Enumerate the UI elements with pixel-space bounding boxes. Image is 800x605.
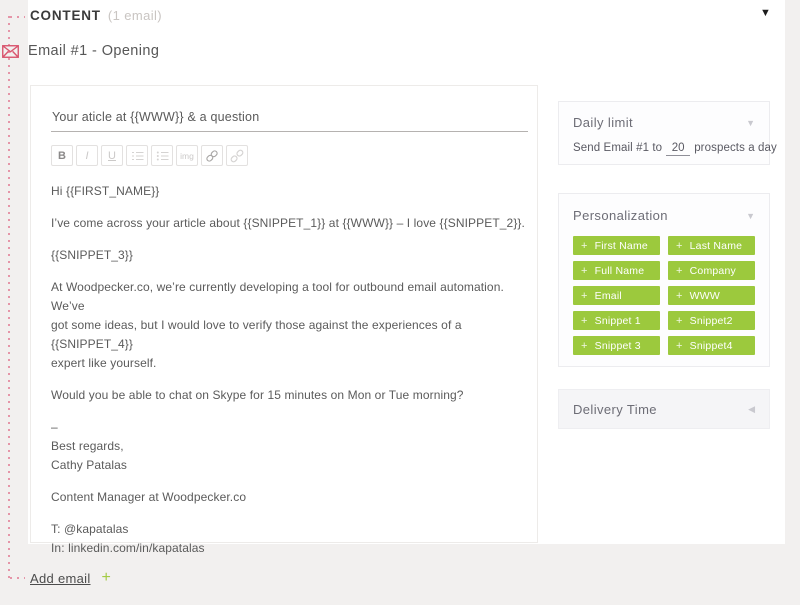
remove-link-button[interactable] <box>226 145 248 166</box>
body-paragraph: T: @kapatalas In: linkedin.com/in/kapata… <box>51 520 533 558</box>
body-paragraph: – Best regards, Cathy Patalas <box>51 418 533 475</box>
plus-icon: + <box>581 265 588 277</box>
envelope-icon <box>2 45 19 58</box>
insert-snippet4-button[interactable]: + Snippet4 <box>668 336 755 355</box>
section-header: CONTENT (1 email) <box>30 8 162 23</box>
unordered-list-button[interactable] <box>151 145 173 166</box>
plus-icon: + <box>676 240 683 252</box>
plus-icon: + <box>676 315 683 327</box>
plus-icon: + <box>676 290 683 302</box>
unordered-list-icon <box>156 150 169 162</box>
insert-snippet3-button[interactable]: + Snippet 3 <box>573 336 660 355</box>
insert-full-name-button[interactable]: + Full Name <box>573 261 660 280</box>
personalization-title: Personalization <box>573 208 668 223</box>
daily-limit-title: Daily limit <box>573 115 633 130</box>
insert-www-button[interactable]: + WWW <box>668 286 755 305</box>
unlink-icon <box>230 149 244 163</box>
insert-last-name-button[interactable]: + Last Name <box>668 236 755 255</box>
email-editor-panel: B I U img <box>30 85 538 543</box>
tag-label: Email <box>595 290 622 302</box>
bold-button[interactable]: B <box>51 145 73 166</box>
section-title: CONTENT <box>30 8 101 23</box>
link-icon <box>205 149 219 163</box>
tag-label: Last Name <box>690 240 743 252</box>
italic-button[interactable]: I <box>76 145 98 166</box>
chevron-down-icon[interactable]: ▼ <box>746 211 755 221</box>
tag-label: Company <box>690 265 736 277</box>
chevron-down-icon[interactable]: ▼ <box>746 118 755 128</box>
insert-company-button[interactable]: + Company <box>668 261 755 280</box>
plus-icon[interactable]: + <box>102 569 111 587</box>
ordered-list-icon <box>131 150 144 162</box>
body-paragraph: Hi {{FIRST_NAME}} <box>51 182 533 201</box>
body-paragraph: Would you be able to chat on Skype for 1… <box>51 386 533 405</box>
plus-icon: + <box>581 240 588 252</box>
personalization-panel: Personalization ▼ + First Name + Last Name… <box>558 193 770 367</box>
plus-icon: + <box>581 290 588 302</box>
tag-label: First Name <box>595 240 648 252</box>
insert-snippet1-button[interactable]: + Snippet 1 <box>573 311 660 330</box>
section-collapse-triangle-icon[interactable]: ▼ <box>760 7 771 19</box>
body-paragraph: I’ve come across your article about {{SN… <box>51 214 533 233</box>
daily-limit-header: Daily limit ▼ <box>573 115 755 130</box>
plus-icon: + <box>581 340 588 352</box>
add-email-row: Add email + <box>30 569 111 587</box>
tag-label: Snippet2 <box>690 315 733 327</box>
daily-limit-panel: Daily limit ▼ Send Email #1 to prospects… <box>558 101 770 165</box>
personalization-grid: + First Name + Last Name + Full Name + Compa… <box>573 236 755 355</box>
tag-label: Snippet4 <box>690 340 733 352</box>
email-title-row: Email #1 - Opening <box>2 43 159 59</box>
insert-first-name-button[interactable]: + First Name <box>573 236 660 255</box>
dotted-connector-bottom <box>10 577 25 579</box>
body-paragraph: At Woodpecker.co, we’re currently develo… <box>51 278 533 373</box>
tag-label: Snippet 1 <box>595 315 641 327</box>
email-title: Email #1 - Opening <box>28 43 159 59</box>
dotted-connector-vertical <box>8 16 10 578</box>
tag-label: Snippet 3 <box>595 340 641 352</box>
insert-email-button[interactable]: + Email <box>573 286 660 305</box>
body-paragraph: Content Manager at Woodpecker.co <box>51 488 533 507</box>
insert-snippet2-button[interactable]: + Snippet2 <box>668 311 755 330</box>
formatting-toolbar: B I U img <box>51 145 529 166</box>
daily-limit-input[interactable] <box>666 142 690 156</box>
insert-link-button[interactable] <box>201 145 223 166</box>
ordered-list-button[interactable] <box>126 145 148 166</box>
personalization-header: Personalization ▼ <box>573 208 755 223</box>
tag-label: WWW <box>690 290 720 302</box>
subject-input[interactable] <box>51 110 528 132</box>
underline-button[interactable]: U <box>101 145 123 166</box>
chevron-left-icon[interactable]: ◀ <box>748 404 755 415</box>
delivery-time-panel: Delivery Time ◀ <box>558 389 770 429</box>
add-email-link[interactable]: Add email <box>30 571 91 586</box>
tag-label: Full Name <box>595 265 645 277</box>
body-paragraph: {{SNIPPET_3}} <box>51 246 533 265</box>
delivery-time-title: Delivery Time <box>573 402 657 417</box>
daily-limit-text-before: Send Email #1 to <box>573 142 662 154</box>
insert-image-button[interactable]: img <box>176 145 198 166</box>
plus-icon: + <box>676 265 683 277</box>
plus-icon: + <box>581 315 588 327</box>
dotted-connector-top <box>10 16 25 18</box>
daily-limit-sentence: Send Email #1 to prospects a day <box>573 142 755 156</box>
plus-icon: + <box>676 340 683 352</box>
email-body-editor[interactable]: Hi {{FIRST_NAME}} I’ve come across your … <box>51 182 533 558</box>
daily-limit-text-after: prospects a day <box>694 142 777 154</box>
email-count: (1 email) <box>108 8 162 23</box>
